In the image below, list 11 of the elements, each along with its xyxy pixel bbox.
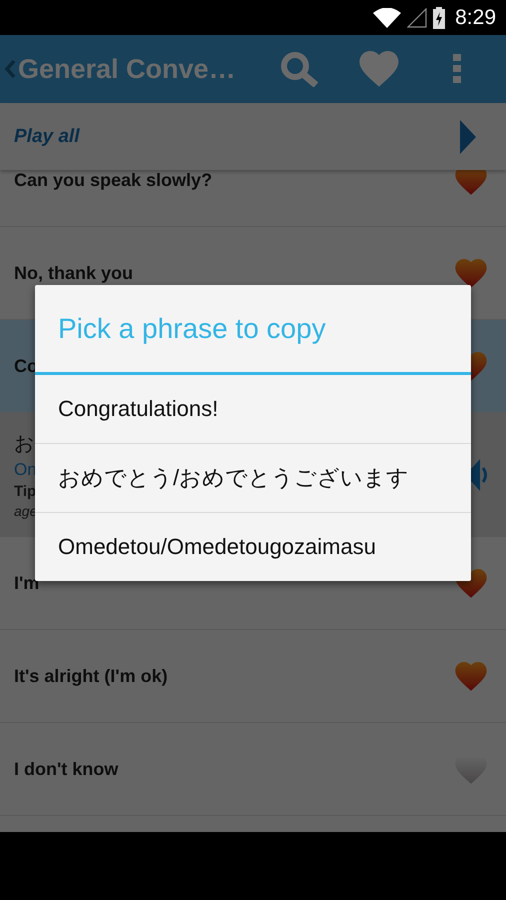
tip-label: Tip (14, 483, 38, 500)
dialog-title: Pick a phrase to copy (35, 285, 471, 375)
phrase-text: No, thank you (14, 262, 134, 284)
phrase-text: I'm (14, 572, 40, 594)
romaji-text: On (14, 460, 38, 480)
screen-title: General Conve… (18, 54, 237, 84)
phrase-text: It's alright (I'm ok) (14, 666, 168, 686)
clock-time: 8:29 (455, 6, 496, 30)
japanese-text: お (14, 432, 35, 457)
phrase-text: I don't know (14, 758, 118, 780)
phrase-text: Can you speak slowly? (14, 170, 212, 190)
